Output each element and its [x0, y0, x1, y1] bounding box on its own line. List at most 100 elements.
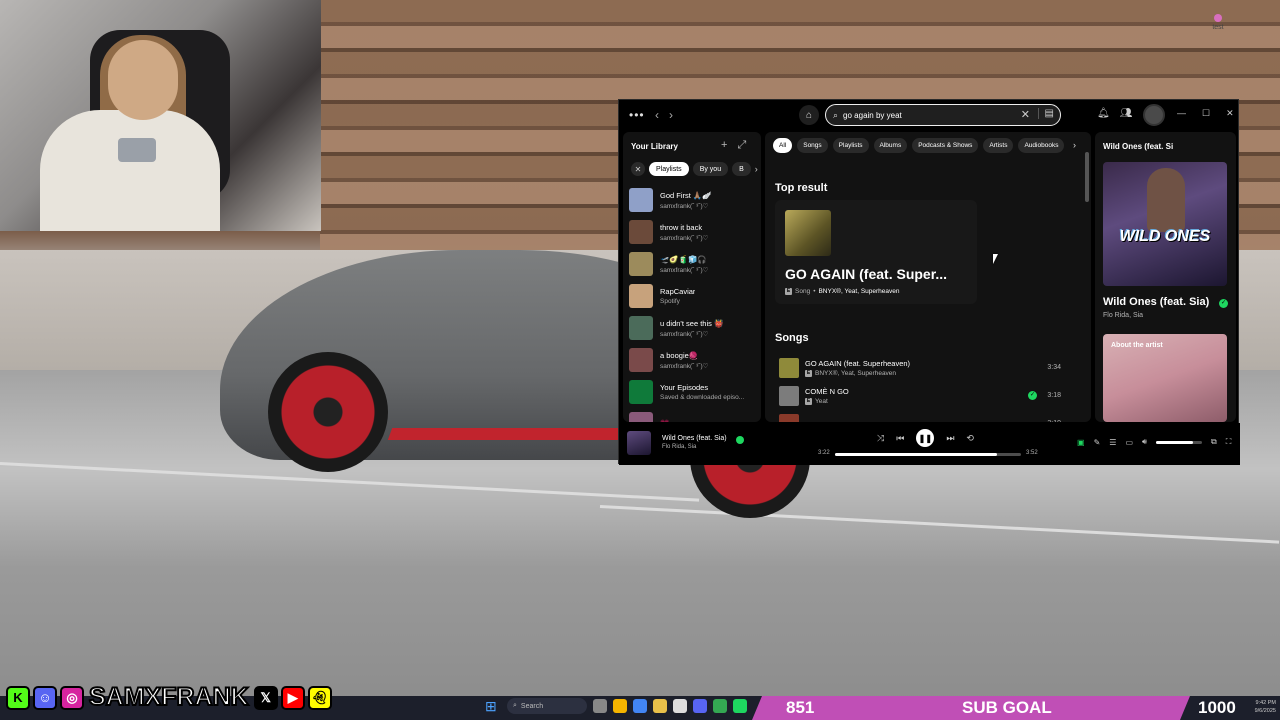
- library-item[interactable]: RapCaviar Spotify: [629, 280, 759, 312]
- library-item-subtitle: Saved & downloaded episo...: [660, 394, 745, 401]
- now-playing-panel: Wild Ones (feat. Si WILD ONES Wild Ones …: [1095, 132, 1236, 422]
- browser-icon[interactable]: [713, 699, 727, 713]
- volume-icon[interactable]: 🔊︎: [1142, 437, 1147, 447]
- filter-chip[interactable]: All: [773, 138, 793, 153]
- chevron-right-icon[interactable]: ›: [1073, 140, 1076, 150]
- now-playing-view-icon[interactable]: ▣: [1077, 438, 1085, 447]
- explicit-icon: E: [805, 398, 812, 405]
- filter-chip[interactable]: Playlists: [832, 138, 869, 153]
- browse-icon[interactable]: ▤: [1037, 108, 1054, 119]
- song-row[interactable]: GO AGAIN (feat. Superheaven) E BNYX®, Yeat…: [779, 354, 1079, 382]
- chrome-icon[interactable]: [633, 699, 647, 713]
- now-playing-title[interactable]: Wild Ones (feat. Sia): [1103, 296, 1209, 308]
- library-item[interactable]: 🛫🥑🧃🧊🎧 samxfrank(ˇ ³ˇ)♡: [629, 248, 759, 280]
- menu-dots-icon[interactable]: •••: [629, 108, 645, 122]
- player-title[interactable]: Wild Ones (feat. Sia): [662, 435, 727, 442]
- shortcut-label: test: [1212, 24, 1224, 31]
- library-item-subtitle: samxfrank(ˇ ³ˇ)♡: [660, 330, 709, 338]
- system-clock[interactable]: 9:42 PM 9/6/2025: [1236, 699, 1276, 715]
- filter-chip[interactable]: Albums: [873, 138, 908, 153]
- folder-icon[interactable]: [653, 699, 667, 713]
- library-item-subtitle: samxfrank(ˇ ³ˇ)♡: [660, 266, 709, 274]
- top-result-card[interactable]: GO AGAIN (feat. Super... E Song • BNYX®,…: [775, 200, 977, 304]
- connect-device-icon[interactable]: ▭: [1125, 438, 1133, 447]
- user-avatar[interactable]: [1143, 104, 1165, 126]
- create-playlist-icon[interactable]: +: [721, 139, 727, 152]
- filter-chip[interactable]: Artists: [983, 138, 1014, 153]
- filter-chip-more[interactable]: B: [732, 162, 751, 176]
- library-item-name: a boogie🧶: [660, 350, 699, 360]
- library-title[interactable]: Your Library: [631, 142, 678, 151]
- fullscreen-icon[interactable]: ⛶: [1226, 437, 1232, 447]
- song-title: COMÈ N GO: [805, 387, 849, 396]
- chevron-right-icon[interactable]: ›: [755, 164, 758, 174]
- saved-check-icon[interactable]: ✓: [1028, 391, 1037, 400]
- desktop-shortcut[interactable]: test: [1206, 14, 1230, 31]
- song-row[interactable]: COMÈ N GO E Yeat ✓ 3:18: [779, 382, 1079, 410]
- home-button[interactable]: ⌂: [799, 105, 819, 125]
- spotify-app-icon[interactable]: [733, 699, 747, 713]
- miniplayer-icon[interactable]: ⧉: [1211, 437, 1217, 447]
- notepad-icon[interactable]: [673, 699, 687, 713]
- friend-activity-icon[interactable]: 👥︎: [1120, 108, 1133, 119]
- song-row[interactable]: FOREVER AGAIN 3:19: [779, 410, 1079, 422]
- library-item[interactable]: a boogie🧶 samxfrank(ˇ ³ˇ)♡: [629, 344, 759, 376]
- library-item[interactable]: u didn't see this 👹 samxfrank(ˇ ³ˇ)♡: [629, 312, 759, 344]
- library-item[interactable]: 💗: [629, 408, 759, 422]
- scrollbar[interactable]: [1085, 152, 1089, 202]
- player-cover[interactable]: [627, 431, 651, 455]
- filter-chip-by-you[interactable]: By you: [692, 162, 729, 176]
- song-duration: 3:18: [1047, 392, 1061, 399]
- song-title: FOREVER AGAIN: [805, 420, 866, 423]
- clear-search-icon[interactable]: ✕: [1021, 108, 1030, 121]
- saved-check-icon[interactable]: ✓: [1219, 299, 1228, 308]
- progress-bar[interactable]: [835, 453, 1021, 456]
- maximize-icon[interactable]: ☐: [1202, 108, 1210, 119]
- task-view-icon[interactable]: [593, 699, 607, 713]
- back-arrow-icon[interactable]: ‹: [655, 108, 659, 122]
- repeat-icon[interactable]: ⟲: [966, 433, 974, 444]
- volume-slider[interactable]: [1156, 440, 1203, 444]
- top-result-artists: BNYX®, Yeat, Superheaven: [818, 288, 900, 295]
- lyrics-icon[interactable]: ✎: [1094, 438, 1101, 447]
- expand-library-icon[interactable]: ⤢: [737, 139, 746, 152]
- now-playing-cover: WILD ONES: [1103, 162, 1227, 286]
- windows-start-icon[interactable]: ⊞: [485, 698, 501, 714]
- search-icon: ⌕: [833, 109, 839, 120]
- queue-icon[interactable]: ☰: [1109, 438, 1116, 447]
- now-playing-artist[interactable]: Flo Rida, Sia: [1103, 312, 1143, 319]
- pause-button[interactable]: ❚❚: [916, 429, 935, 447]
- discord-app-icon[interactable]: [693, 699, 707, 713]
- filter-chip[interactable]: Songs: [797, 138, 828, 153]
- forward-arrow-icon[interactable]: ›: [669, 108, 673, 122]
- taskbar-search[interactable]: ⌕ Search: [507, 698, 587, 714]
- explicit-icon: E: [785, 288, 792, 295]
- player-artist[interactable]: Flo Rida, Sia: [662, 444, 696, 450]
- previous-icon[interactable]: ⏮︎: [896, 433, 904, 444]
- library-item[interactable]: throw it back samxfrank(ˇ ³ˇ)♡: [629, 216, 759, 248]
- clear-filter-icon[interactable]: ✕: [631, 162, 645, 176]
- about-artist-label: About the artist: [1111, 342, 1163, 349]
- notifications-bell-icon[interactable]: 🔔︎: [1097, 108, 1110, 119]
- filter-chip[interactable]: Podcasts & Shows: [912, 138, 979, 153]
- song-cover: [779, 414, 799, 422]
- mouse-cursor: [993, 254, 998, 264]
- shuffle-icon[interactable]: ⤨: [877, 433, 884, 444]
- shortcut-icon: [1214, 14, 1222, 22]
- progress-fill: [835, 453, 997, 456]
- minimize-icon[interactable]: —: [1177, 108, 1186, 119]
- next-icon[interactable]: ⏭︎: [946, 433, 954, 444]
- library-item-subtitle: Spotify: [660, 298, 680, 305]
- saved-check-icon[interactable]: [736, 436, 744, 444]
- library-item[interactable]: God First 🙏🏽🪽 samxfrank(ˇ ³ˇ)♡: [629, 184, 759, 216]
- library-item[interactable]: Your Episodes Saved & downloaded episo...: [629, 376, 759, 408]
- search-bar[interactable]: ⌕ ✕ ▤: [825, 104, 1061, 126]
- filter-chip-playlists[interactable]: Playlists: [649, 162, 689, 176]
- close-icon[interactable]: ✕: [1226, 108, 1234, 119]
- about-artist-card[interactable]: About the artist: [1103, 334, 1227, 422]
- filter-chip[interactable]: Audiobooks: [1018, 138, 1065, 153]
- search-input[interactable]: [843, 110, 1004, 120]
- song-cover: [779, 358, 799, 378]
- file-explorer-icon[interactable]: [613, 699, 627, 713]
- volume-fill: [1156, 440, 1193, 444]
